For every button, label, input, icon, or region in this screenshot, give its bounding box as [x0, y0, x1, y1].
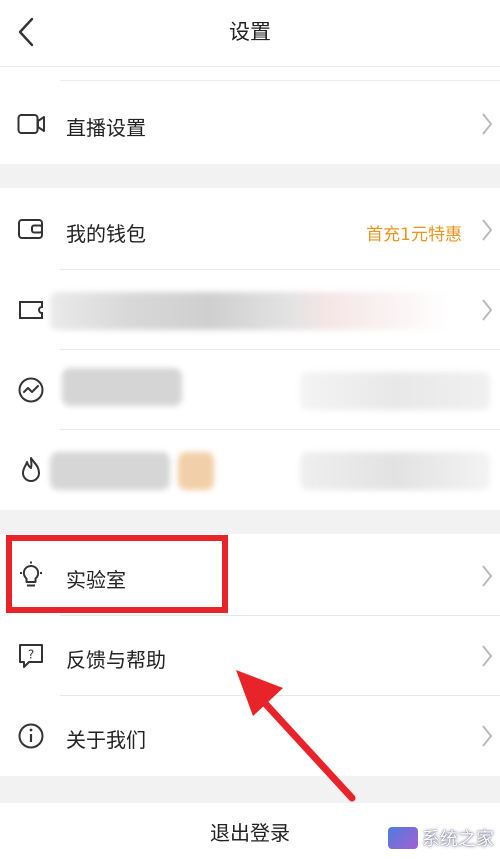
chevron-right-icon — [480, 723, 494, 749]
watermark-text: 系统之家 — [422, 829, 494, 850]
section-gap — [0, 510, 500, 534]
wallet-promo-text: 首充1元特惠 — [366, 225, 462, 245]
chevron-right-icon — [480, 217, 494, 243]
chevron-right-icon — [480, 643, 494, 669]
blurred-content — [50, 292, 450, 330]
logout-label: 退出登录 — [210, 820, 290, 845]
activity-icon — [17, 376, 45, 404]
divider — [60, 80, 500, 81]
blurred-content — [62, 368, 182, 406]
blurred-content — [178, 452, 214, 490]
watermark-logo: 系统之家 — [388, 825, 494, 851]
highlight-box — [6, 535, 228, 613]
settings-item-about[interactable]: 关于我们 — [0, 696, 500, 776]
svg-text:?: ? — [28, 648, 34, 662]
blurred-content — [300, 452, 490, 490]
settings-item-wallet[interactable]: 我的钱包 首充1元特惠 — [0, 188, 500, 270]
flame-icon — [17, 456, 45, 484]
chevron-right-icon — [480, 297, 494, 323]
page-title: 设置 — [229, 20, 271, 44]
settings-item-live[interactable]: 直播设置 — [0, 84, 500, 164]
video-camera-icon — [17, 110, 45, 138]
settings-item-label: 我的钱包 — [66, 222, 146, 246]
settings-item-blurred[interactable] — [0, 350, 500, 430]
settings-item-blurred[interactable] — [0, 430, 500, 510]
watermark-icon — [388, 827, 418, 849]
settings-item-label: 直播设置 — [66, 116, 146, 140]
settings-item-feedback[interactable]: ? 反馈与帮助 — [0, 616, 500, 696]
ticket-icon — [17, 296, 45, 324]
chevron-right-icon — [480, 111, 494, 137]
section-gap — [0, 164, 500, 188]
settings-item-blurred[interactable] — [0, 270, 500, 350]
wallet-icon — [17, 215, 45, 243]
chevron-right-icon — [480, 563, 494, 589]
info-circle-icon — [17, 722, 45, 750]
section-gap — [0, 776, 500, 803]
blurred-content — [50, 452, 170, 490]
blurred-content — [300, 372, 490, 410]
question-bubble-icon: ? — [17, 642, 45, 670]
settings-item-label: 反馈与帮助 — [66, 648, 166, 672]
header-bar: 设置 — [0, 0, 500, 67]
settings-item-label: 关于我们 — [66, 728, 146, 752]
